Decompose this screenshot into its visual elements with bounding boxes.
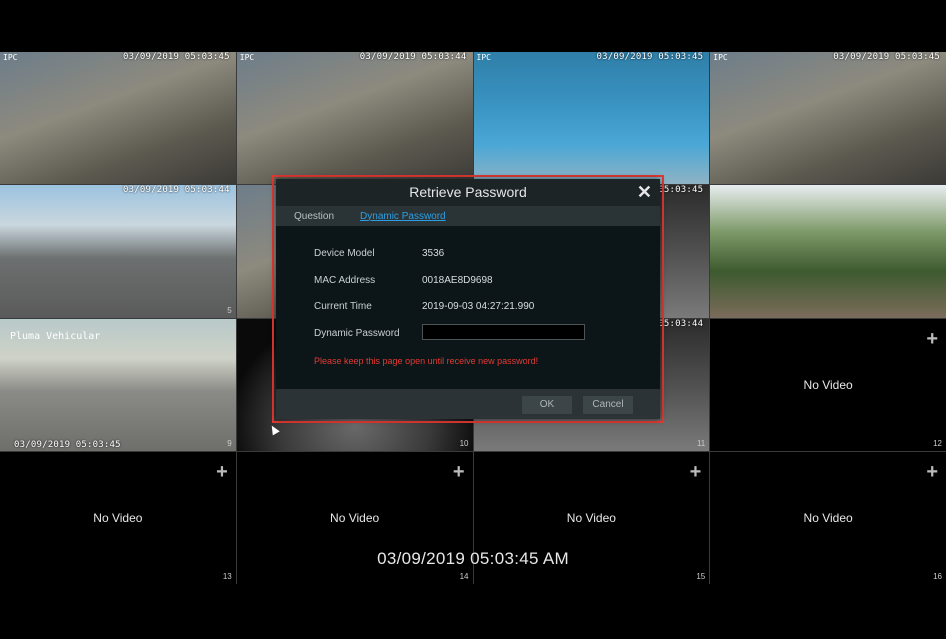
channel-number: 12 [933, 438, 942, 448]
camera-tile[interactable]: Pluma Vehicular 03/09/2019 05:03:45 9 [0, 318, 236, 451]
close-icon[interactable]: ✕ [637, 179, 652, 206]
dialog-footer: OK Cancel [276, 389, 660, 419]
system-clock: 03/09/2019 05:03:45 AM [377, 549, 569, 568]
no-video-label: No Video [803, 510, 853, 525]
warning-message: Please keep this page open until receive… [314, 356, 539, 366]
add-camera-icon[interactable]: + [926, 329, 938, 349]
camera-timestamp: 03/09/2019 05:03:44 [122, 185, 230, 196]
add-camera-icon[interactable]: + [453, 462, 465, 482]
channel-number: 9 [227, 438, 232, 448]
cancel-button[interactable]: Cancel [583, 396, 633, 414]
add-camera-icon[interactable]: + [690, 462, 702, 482]
ok-button[interactable]: OK [522, 396, 572, 414]
add-camera-icon[interactable]: + [926, 462, 938, 482]
device-model-value: 3536 [422, 248, 445, 259]
dialog-body: Device Model 3536 MAC Address 0018AE8D96… [276, 226, 660, 389]
camera-name-label: IPC [3, 53, 18, 62]
channel-number: 11 [696, 438, 706, 448]
camera-timestamp: 03/09/2019 05:03:45 [596, 52, 704, 62]
camera-timestamp: 03/09/2019 05:03:44 [359, 52, 467, 62]
retrieve-password-dialog: Retrieve Password ✕ Question Dynamic Pas… [276, 179, 660, 419]
tab-dynamic-password[interactable]: Dynamic Password [360, 211, 446, 222]
camera-name-label: IPC [476, 53, 491, 62]
channel-number: 14 [459, 572, 469, 581]
camera-tile-no-video[interactable]: No Video +12 [710, 318, 946, 451]
current-time-value: 2019-09-03 04:27:21.990 [422, 301, 535, 312]
channel-number: 15 [696, 572, 706, 581]
mac-address-value: 0018AE8D9698 [422, 275, 493, 286]
add-camera-icon[interactable]: + [216, 462, 228, 482]
channel-number: 5 [227, 305, 232, 315]
channel-number: 10 [459, 438, 469, 448]
device-model-label: Device Model [314, 248, 375, 259]
channel-number: 13 [222, 572, 232, 581]
camera-name-label: IPC [239, 53, 255, 62]
dialog-title-bar: Retrieve Password ✕ [276, 179, 660, 206]
camera-timestamp: 03/09/2019 05:03:45 [14, 439, 121, 450]
no-video-label: No Video [803, 377, 853, 392]
dynamic-password-input[interactable] [422, 324, 585, 340]
camera-tile[interactable] [710, 185, 946, 318]
camera-timestamp: 03/09/2019 05:03:45 [833, 52, 940, 62]
dialog-title: Retrieve Password [409, 184, 527, 200]
mac-address-label: MAC Address [314, 275, 376, 286]
tab-question[interactable]: Question [294, 211, 334, 222]
no-video-label: No Video [330, 510, 380, 525]
camera-tile[interactable]: IPC 03/09/2019 05:03:45 [0, 52, 236, 185]
camera-tile[interactable]: IPC 03/09/2019 05:03:45 [473, 52, 710, 185]
current-time-label: Current Time [314, 301, 372, 312]
camera-name-label: IPC [713, 53, 728, 62]
camera-tile[interactable]: 03/09/2019 05:03:44 5 [0, 185, 236, 318]
dialog-tabs: Question Dynamic Password [276, 206, 660, 226]
no-video-label: No Video [93, 510, 143, 525]
camera-tile[interactable]: IPC 03/09/2019 05:03:45 [710, 52, 946, 185]
camera-tile[interactable]: IPC 03/09/2019 05:03:44 [236, 52, 473, 185]
camera-timestamp: 03/09/2019 05:03:45 [122, 52, 230, 62]
no-video-label: No Video [566, 510, 616, 525]
camera-name-label: Pluma Vehicular [10, 330, 101, 342]
dynamic-password-label: Dynamic Password [314, 328, 400, 339]
channel-number: 16 [933, 572, 942, 581]
